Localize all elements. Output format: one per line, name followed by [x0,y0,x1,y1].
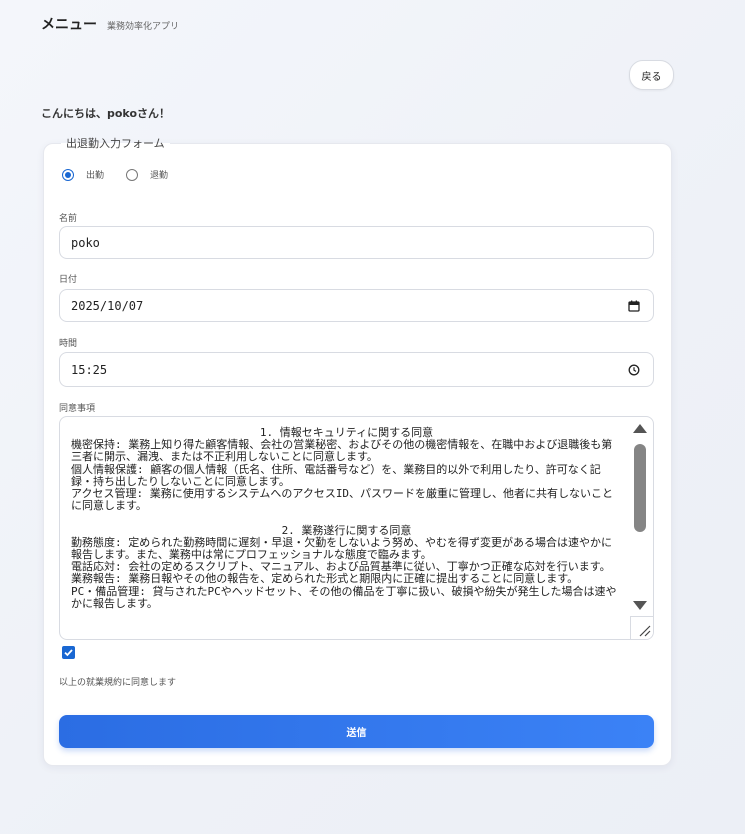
agree-label: 以上の就業規約に同意します [59,678,177,688]
time-label: 時間 [59,339,78,349]
time-value: 15:25 [71,362,108,377]
consent-text: 1. 情報セキュリティに関する同意 機密保持: 業務上知り得た顧客情報、会社の営業… [71,426,622,610]
resize-handle-icon[interactable] [630,616,653,639]
consent-paragraph: 勤務態度: 定められた勤務時間に遅刻・早退・欠勤をしないよう努め、やむを得ず変更… [71,535,613,562]
name-value: poko [71,235,100,250]
agree-checkbox[interactable] [62,646,75,659]
form-legend: 出退勤入力フォーム [61,135,170,151]
submit-button[interactable]: 送信 [59,715,654,748]
name-label: 名前 [59,214,78,224]
name-input[interactable]: poko [59,226,654,259]
date-input[interactable]: 2025/10/07 [59,289,654,322]
consent-label: 同意事項 [59,404,96,414]
consent-textarea[interactable]: 1. 情報セキュリティに関する同意 機密保持: 業務上知り得た顧客情報、会社の営業… [59,416,654,640]
app-subtitle: 業務効率化アプリ [107,22,180,32]
scroll-down-arrow-icon[interactable] [633,601,647,610]
radio-clock-out[interactable] [126,168,139,181]
header: メニュー 業務効率化アプリ [41,14,179,34]
attendance-type-radio-group: 出勤 退勤 [62,168,190,181]
textarea-scrollbar[interactable] [629,417,653,617]
greeting-text: こんにちは、pokoさん！ [41,107,171,120]
consent-paragraph: アクセス管理: 業務に使用するシステムへのアクセスID、パスワードを厳重に管理し… [71,487,614,513]
consent-paragraph: PC・備品管理: 貸与されたPCやヘッドセット、その他の備品を丁寧に扱い、破損や… [71,584,617,610]
consent-paragraph: 業務報告: 業務日報やその他の報告を、定められた形式と期限内に正確に提出すること… [71,572,579,586]
radio-clock-out-label[interactable]: 退勤 [150,168,168,181]
radio-clock-in[interactable] [62,168,74,181]
scroll-thumb[interactable] [634,444,646,532]
clock-icon[interactable] [628,364,640,376]
back-button[interactable]: 戻る [629,60,674,90]
date-value: 2025/10/07 [71,298,144,313]
consent-paragraph: 個人情報保護: 顧客の個人情報（氏名、住所、電話番号など）を、業務目的以外で利用… [71,462,601,488]
radio-clock-in-label[interactable]: 出勤 [86,168,104,181]
calendar-icon[interactable] [628,300,640,312]
checkmark-icon [64,649,73,657]
scroll-up-arrow-icon[interactable] [633,424,647,433]
date-label: 日付 [59,275,78,285]
app-title: メニュー [41,17,97,33]
consent-paragraph: 機密保持: 業務上知り得た顧客情報、会社の営業秘密、およびその他の機密情報を、在… [71,438,613,464]
time-input[interactable]: 15:25 [59,352,654,387]
